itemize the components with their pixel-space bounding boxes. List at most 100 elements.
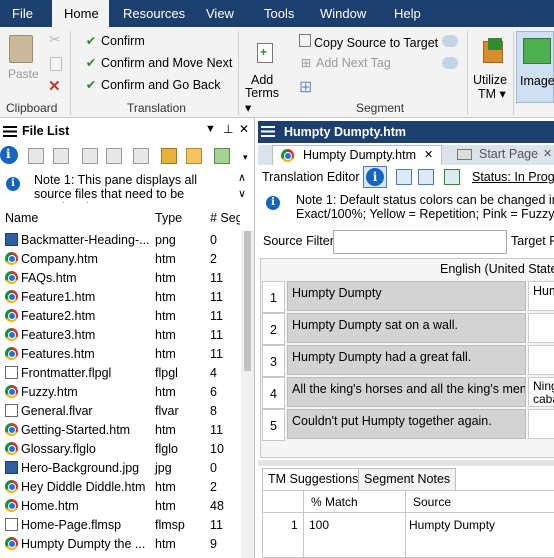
editor-info-button[interactable]: i <box>363 166 387 188</box>
menu-tools[interactable]: Tools <box>264 0 294 27</box>
toolbar-export-icon[interactable] <box>214 148 230 164</box>
table-row[interactable]: Home.htm htm 48 <box>0 497 240 516</box>
segment-row[interactable]: 3 Humpty Dumpty had a great fall. <box>262 345 554 377</box>
tag-options-icon[interactable] <box>442 35 458 47</box>
table-row[interactable]: Frontmatter.flpgl flpgl 4 <box>0 364 240 383</box>
add-terms-label: Add <box>251 73 274 87</box>
chrome-icon <box>5 537 18 550</box>
chrome-icon <box>5 442 18 455</box>
source-filter-label: Source Filter: <box>263 234 338 248</box>
menu-home[interactable]: Home <box>52 0 109 27</box>
tm-suggestions-table: % Match Source 1 100 Humpty Dumpty <box>262 490 554 558</box>
table-row[interactable]: Fuzzy.htm htm 6 <box>0 383 240 402</box>
segment-insert-icon[interactable]: ⊞ <box>299 77 312 97</box>
menu-view[interactable]: View <box>206 0 234 27</box>
tm-source-header[interactable]: Source <box>413 495 451 509</box>
tab-start-page[interactable]: Start Page ✕ <box>447 145 554 165</box>
column-segments-header[interactable]: # Seg <box>210 211 240 225</box>
status-indicator[interactable]: Status: In Progre <box>472 170 554 184</box>
add-terms-button[interactable]: + Add Terms ▾ <box>243 33 287 115</box>
paste-button[interactable]: Paste <box>4 33 40 83</box>
segment-row[interactable]: 1 Humpty Dumpty Hum <box>262 281 554 313</box>
menu-help[interactable]: Help <box>394 0 421 27</box>
scrollbar-thumb[interactable] <box>244 231 251 371</box>
document-file-icon <box>5 366 18 379</box>
utilize-tm-button[interactable]: Utilize TM ▾ <box>470 33 512 105</box>
column-name-header[interactable]: Name <box>5 211 38 225</box>
table-row[interactable]: Features.htm htm 11 <box>0 345 240 364</box>
toolbar-preview-icon[interactable] <box>53 148 69 164</box>
chrome-icon <box>5 271 18 284</box>
editor-menu-icon[interactable] <box>261 126 275 137</box>
table-row[interactable]: Hey Diddle Diddle.htm htm 2 <box>0 478 240 497</box>
table-row[interactable]: Company.htm htm 2 <box>0 250 240 269</box>
tab-segment-notes[interactable]: Segment Notes <box>358 468 457 490</box>
tab-tm-suggestions[interactable]: TM Suggestions <box>262 468 365 490</box>
bottom-pane-separator[interactable] <box>258 460 554 466</box>
delete-icon[interactable]: ✕ <box>48 77 61 95</box>
tm-row[interactable]: 1 100 Humpty Dumpty <box>263 515 554 533</box>
confirm-go-back-button[interactable]: ✔ Confirm and Go Back <box>84 77 221 92</box>
table-row[interactable]: Getting-Started.htm htm 11 <box>0 421 240 440</box>
editor-export-icon[interactable] <box>444 169 460 185</box>
toolbar-list-icon[interactable] <box>161 148 177 164</box>
editor-document-icon[interactable] <box>418 169 434 185</box>
menu-window[interactable]: Window <box>320 0 366 27</box>
images-button[interactable]: Images <box>516 31 554 103</box>
tm-match-header[interactable]: % Match <box>311 495 358 509</box>
segment-row[interactable]: 5 Couldn't put Humpty together again. <box>262 409 554 441</box>
images-icon <box>523 38 551 64</box>
table-row[interactable]: Humpty Dumpty the ... htm 9 <box>0 535 240 554</box>
confirm-button[interactable]: ✔ Confirm <box>84 33 145 48</box>
source-filter-input[interactable] <box>333 230 507 254</box>
chrome-icon <box>5 309 18 322</box>
menu-file[interactable]: File <box>12 0 33 27</box>
cut-icon[interactable]: ✂ <box>49 31 61 48</box>
table-row[interactable]: FAQs.htm htm 11 <box>0 269 240 288</box>
images-label: Images <box>520 74 554 88</box>
table-row[interactable]: Feature3.htm htm 11 <box>0 326 240 345</box>
column-type-header[interactable]: Type <box>155 211 182 225</box>
chrome-icon <box>5 499 18 512</box>
note-down-arrow-icon[interactable]: ∨ <box>238 187 246 200</box>
chrome-icon <box>5 328 18 341</box>
toolbar-folder-icon[interactable] <box>186 148 202 164</box>
chrome-icon <box>5 347 18 360</box>
tab-humpty-dumpty[interactable]: Humpty Dumpty.htm ✕ <box>272 145 442 165</box>
document-file-icon <box>5 518 18 531</box>
toolbar-props-icon[interactable] <box>106 148 122 164</box>
toolbar-copy-icon[interactable] <box>133 148 149 164</box>
table-row[interactable]: Feature2.htm htm 11 <box>0 307 240 326</box>
target-filter-label: Target Fi <box>511 234 554 248</box>
paste-label: Paste <box>8 67 39 81</box>
table-row[interactable]: Glossary.flglo flglo 10 <box>0 440 240 459</box>
copy-icon[interactable] <box>50 57 62 71</box>
toolbar-open-icon[interactable] <box>28 148 44 164</box>
note-up-arrow-icon[interactable]: ∧ <box>238 171 246 184</box>
pane-dropdown-icon[interactable]: ▼ <box>205 123 216 135</box>
table-row[interactable]: Home-Page.flmsp flmsp 11 <box>0 516 240 535</box>
editor-upload-icon[interactable] <box>396 169 412 185</box>
add-next-tag-button[interactable]: ⊞ Add Next Tag <box>299 55 391 70</box>
copy-source-to-target-button[interactable]: Copy Source to Target <box>299 34 438 50</box>
segment-row[interactable]: 4 All the king's horses and all the king… <box>262 377 554 409</box>
table-row[interactable]: Hero-Background.jpg jpg 0 <box>0 459 240 478</box>
start-page-icon <box>457 149 472 160</box>
pin-icon[interactable]: ⊥ <box>223 122 233 136</box>
table-row[interactable]: Backmatter-Heading-... png 0 <box>0 231 240 250</box>
table-row[interactable]: Feature1.htm htm 11 <box>0 288 240 307</box>
toolbar-image-icon[interactable] <box>82 148 98 164</box>
chrome-icon <box>5 385 18 398</box>
confirm-move-next-button[interactable]: ✔ Confirm and Move Next <box>84 55 233 70</box>
menu-resources[interactable]: Resources <box>123 0 185 27</box>
file-list-scrollbar[interactable] <box>241 231 254 558</box>
editor-note-info-icon: i <box>266 196 280 210</box>
close-pane-icon[interactable]: ✕ <box>239 122 249 136</box>
tab-close-icon[interactable]: ✕ <box>543 145 552 164</box>
toolbar-overflow-icon[interactable]: ▾ <box>243 152 248 163</box>
segment-row[interactable]: 2 Humpty Dumpty sat on a wall. <box>262 313 554 345</box>
pane-menu-icon[interactable] <box>3 126 17 137</box>
tag-options-icon-2[interactable] <box>442 57 458 69</box>
tab-close-icon[interactable]: ✕ <box>424 146 433 165</box>
table-row[interactable]: General.flvar flvar 8 <box>0 402 240 421</box>
